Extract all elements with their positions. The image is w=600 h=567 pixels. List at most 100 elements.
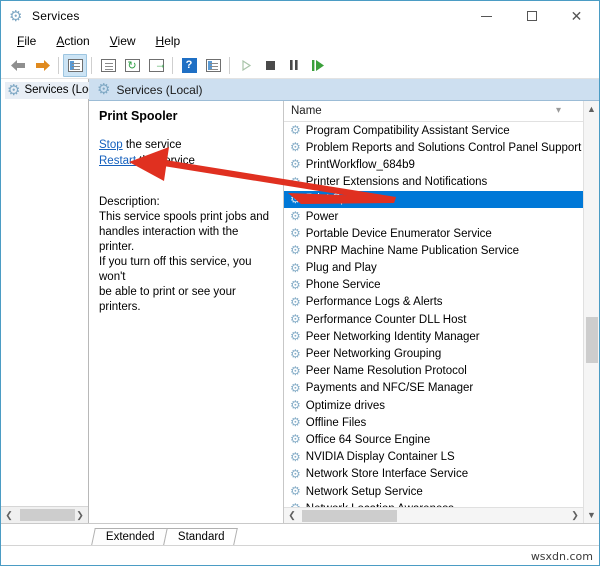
- list-scroll-thumb[interactable]: [302, 509, 397, 522]
- services-list[interactable]: Program Compatibility Assistant Service P…: [284, 122, 583, 507]
- selected-service-title: Print Spooler: [99, 109, 178, 123]
- service-row[interactable]: Print Spooler: [284, 190, 583, 208]
- export-list-icon[interactable]: [144, 54, 168, 77]
- view-tabs: Extended Standard: [1, 523, 599, 545]
- services-list-column: Name ▾ Program Compatibility Assistant S…: [284, 101, 583, 523]
- column-header-name[interactable]: Name ▾: [284, 101, 583, 122]
- service-row[interactable]: Performance Counter DLL Host: [284, 311, 583, 328]
- service-name-label: Peer Name Resolution Protocol: [305, 365, 467, 378]
- services-local-icon: [97, 82, 110, 97]
- restart-service-link[interactable]: Restart: [99, 155, 136, 167]
- menu-item-view[interactable]: View: [100, 31, 146, 52]
- show-hide-action-pane-icon[interactable]: [201, 54, 225, 77]
- service-gear-icon: [290, 502, 301, 507]
- list-horizontal-scrollbar[interactable]: ❮ ❯: [284, 507, 583, 523]
- start-service-icon[interactable]: [234, 54, 258, 77]
- minimize-button[interactable]: [464, 1, 509, 31]
- service-name-label: Performance Logs & Alerts: [305, 296, 443, 309]
- tree-node-services-local[interactable]: Services (Loca: [5, 81, 103, 99]
- restart-service-action[interactable]: Restart the service: [99, 153, 273, 169]
- service-row[interactable]: Printer Extensions and Notifications: [284, 174, 583, 191]
- help-icon[interactable]: ?: [177, 54, 201, 77]
- stop-service-link[interactable]: Stop: [99, 139, 123, 151]
- tree-scroll-left-icon[interactable]: ❮: [1, 510, 17, 521]
- vertical-scroll-thumb[interactable]: [585, 317, 598, 363]
- service-gear-icon: [290, 158, 301, 171]
- service-name-label: Print Spooler: [305, 193, 373, 206]
- list-vertical-scrollbar[interactable]: ▲ ▼: [583, 101, 599, 523]
- service-name-label: Problem Reports and Solutions Control Pa…: [305, 141, 582, 154]
- maximize-button[interactable]: [509, 1, 554, 31]
- title-bar: Services ✕: [1, 1, 599, 31]
- scroll-down-icon[interactable]: ▼: [587, 507, 596, 523]
- service-name-label: Peer Networking Grouping: [305, 348, 442, 361]
- service-row[interactable]: Offline Files: [284, 414, 583, 431]
- menu-label-help-rest: elp: [164, 34, 181, 48]
- tab-extended-label: Extended: [105, 531, 155, 543]
- scroll-up-icon[interactable]: ▲: [587, 101, 596, 117]
- service-row[interactable]: NVIDIA Display Container LS: [284, 449, 583, 466]
- service-row[interactable]: Peer Networking Grouping: [284, 345, 583, 362]
- refresh-icon[interactable]: ↻: [120, 54, 144, 77]
- service-gear-icon: [290, 296, 301, 309]
- content-split: Print Spooler Stop the service Restart t…: [89, 101, 599, 523]
- console-tree-body[interactable]: [1, 101, 88, 506]
- service-row[interactable]: Problem Reports and Solutions Control Pa…: [284, 139, 583, 156]
- services-node-icon: [7, 83, 20, 98]
- service-row[interactable]: Office 64 Source Engine: [284, 431, 583, 448]
- back-icon[interactable]: [6, 54, 30, 77]
- tab-standard[interactable]: Standard: [162, 528, 238, 545]
- pause-service-icon[interactable]: [282, 54, 306, 77]
- main-body: Services (Loca ❮ ❯ Services (Local): [1, 79, 599, 523]
- tree-horizontal-scrollbar[interactable]: ❮ ❯: [1, 506, 88, 523]
- service-gear-icon: [290, 313, 301, 326]
- service-gear-icon: [290, 141, 301, 154]
- service-row[interactable]: Optimize drives: [284, 397, 583, 414]
- tree-scroll-track[interactable]: [17, 507, 75, 524]
- service-row[interactable]: Portable Device Enumerator Service: [284, 225, 583, 242]
- show-hide-console-tree-icon[interactable]: [63, 53, 87, 77]
- stop-service-icon[interactable]: [258, 54, 282, 77]
- service-row[interactable]: PrintWorkflow_684b9: [284, 156, 583, 173]
- list-scroll-left-icon[interactable]: ❮: [284, 510, 300, 521]
- restart-service-icon[interactable]: [306, 54, 330, 77]
- service-row[interactable]: Program Compatibility Assistant Service: [284, 122, 583, 139]
- list-scroll-track[interactable]: [300, 508, 567, 524]
- description-label: Description:: [99, 196, 160, 208]
- service-row[interactable]: PNRP Machine Name Publication Service: [284, 242, 583, 259]
- service-row[interactable]: Network Location Awareness: [284, 500, 583, 507]
- service-row[interactable]: Peer Name Resolution Protocol: [284, 363, 583, 380]
- vertical-scroll-track[interactable]: [584, 117, 600, 507]
- service-gear-icon: [290, 451, 301, 464]
- service-row[interactable]: Network Store Interface Service: [284, 466, 583, 483]
- tree-scroll-thumb[interactable]: [20, 508, 75, 521]
- description-line-1: This service spools print jobs and: [99, 211, 270, 223]
- forward-icon[interactable]: [30, 54, 54, 77]
- properties-icon[interactable]: [96, 54, 120, 77]
- restart-service-suffix: the service: [136, 155, 195, 167]
- service-name-label: Offline Files: [305, 416, 367, 429]
- tab-extended[interactable]: Extended: [91, 528, 168, 545]
- service-name-label: Portable Device Enumerator Service: [305, 227, 492, 240]
- service-row[interactable]: Payments and NFC/SE Manager: [284, 380, 583, 397]
- chevron-down-icon[interactable]: ▾: [556, 105, 561, 116]
- service-row[interactable]: Phone Service: [284, 277, 583, 294]
- description-block: Description: This service spools print j…: [99, 195, 273, 315]
- menu-label-view-rest: iew: [117, 34, 136, 48]
- menu-item-help[interactable]: Help: [146, 31, 191, 52]
- service-row[interactable]: Plug and Play: [284, 260, 583, 277]
- menu-item-file[interactable]: File: [7, 31, 46, 52]
- menu-item-action[interactable]: Action: [46, 31, 99, 52]
- service-row[interactable]: Peer Networking Identity Manager: [284, 328, 583, 345]
- stop-service-action[interactable]: Stop the service: [99, 137, 273, 153]
- service-row[interactable]: Power: [284, 208, 583, 225]
- service-name-label: Network Store Interface Service: [305, 468, 469, 481]
- close-button[interactable]: ✕: [554, 1, 599, 31]
- list-scroll-right-icon[interactable]: ❯: [567, 510, 583, 521]
- service-row[interactable]: Performance Logs & Alerts: [284, 294, 583, 311]
- service-name-label: Office 64 Source Engine: [305, 433, 431, 446]
- service-row[interactable]: Network Setup Service: [284, 483, 583, 500]
- service-gear-icon: [290, 330, 301, 343]
- description-line-2: handles interaction with the printer.: [99, 226, 239, 253]
- service-name-label: Optimize drives: [305, 399, 386, 412]
